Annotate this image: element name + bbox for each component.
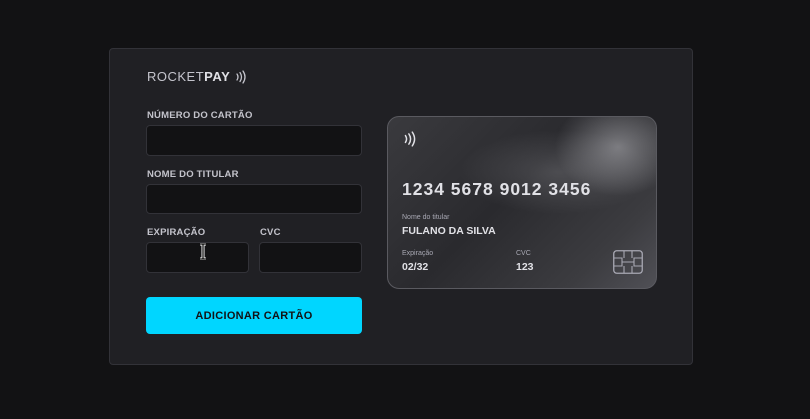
logo-text-light: ROCKET xyxy=(147,69,205,84)
cvc-label: CVC xyxy=(260,227,281,238)
contactless-icon xyxy=(236,69,246,84)
holder-name-label: NOME DO TITULAR xyxy=(147,169,239,180)
holder-name-input[interactable] xyxy=(146,184,362,214)
add-card-button[interactable]: ADICIONAR CARTÃO xyxy=(146,297,362,334)
card-preview-expiration-value: 02/32 xyxy=(402,261,429,273)
expiration-label: EXPIRAÇÃO xyxy=(147,227,206,238)
card-preview-expiration-label: Expiração xyxy=(402,250,434,257)
card-preview-holder-value: FULANO DA SILVA xyxy=(402,225,496,237)
card-preview-cvc-label: CVC xyxy=(516,250,531,257)
logo-text-bold: PAY xyxy=(204,69,231,84)
chip-icon xyxy=(613,250,643,274)
payment-panel: ROCKET PAY NÚMERO DO CARTÃO NOME DO TITU… xyxy=(109,48,693,365)
expiration-input[interactable] xyxy=(146,242,249,273)
card-number-input[interactable] xyxy=(146,125,362,156)
rocketpay-logo: ROCKET PAY xyxy=(147,69,248,84)
card-preview: 1234 5678 9012 3456 Nome do titular FULA… xyxy=(387,116,657,289)
contactless-icon xyxy=(404,131,416,147)
text-cursor-icon xyxy=(200,243,206,260)
card-preview-number: 1234 5678 9012 3456 xyxy=(402,179,592,199)
card-preview-holder-label: Nome do titular xyxy=(402,214,450,221)
card-number-label: NÚMERO DO CARTÃO xyxy=(147,110,253,121)
card-preview-cvc-value: 123 xyxy=(516,261,534,273)
cvc-input[interactable] xyxy=(259,242,362,273)
